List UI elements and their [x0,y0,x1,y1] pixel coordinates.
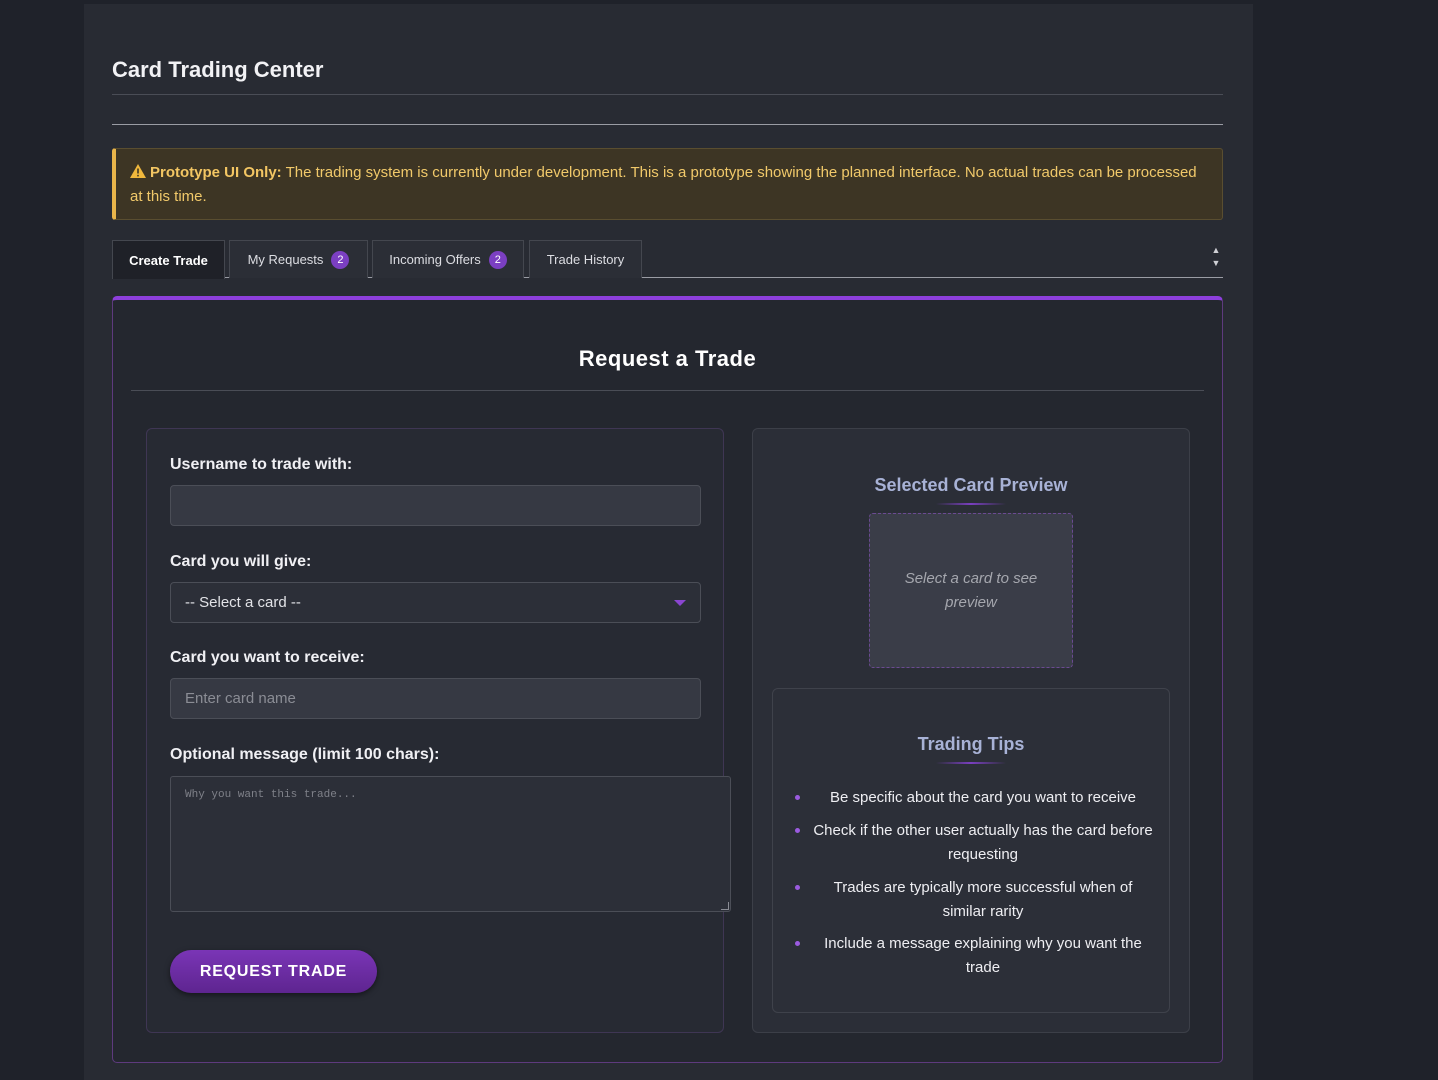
divider [112,94,1223,95]
tip-item: Include a message explaining why you wan… [773,932,1171,980]
tip-text: Check if the other user actually has the… [813,822,1153,863]
tips-heading: Trading Tips [917,734,1025,754]
tab-incoming-offers[interactable]: Incoming Offers 2 [372,240,524,278]
heading-underline [936,503,1006,505]
tab-label: Trade History [546,252,625,267]
bullet-icon [795,941,800,946]
input-placeholder: Enter card name [185,690,296,707]
bullet-icon [795,885,800,890]
request-trade-button[interactable]: REQUEST TRADE [170,950,377,993]
receive-card-label: Card you want to receive: [170,649,365,666]
chevron-down-icon [674,599,686,606]
preview-empty-text: Select a card to see preview [904,569,1038,611]
give-card-select[interactable]: -- Select a card -- [170,582,701,623]
trade-form: Username to trade with: Card you will gi… [146,428,731,1033]
arrow-up-icon[interactable]: ▲ [1209,244,1223,257]
tab-scroll-control[interactable]: ▲ ▼ [1209,244,1223,274]
select-value: -- Select a card -- [185,594,301,611]
prototype-alert: Prototype UI Only: The trading system is… [112,148,1223,220]
username-label: Username to trade with: [170,456,353,473]
preview-heading: Selected Card Preview [874,475,1068,495]
card-title: Request a Trade [578,346,757,371]
warning-icon [130,164,146,178]
bullet-icon [795,828,800,833]
page-title: Card Trading Center [112,57,324,82]
heading-underline [936,762,1006,764]
page-container: Card Trading Center Prototype UI Only: T… [84,4,1253,1080]
trading-tips: Trading Tips Be specific about the card … [772,688,1170,1013]
tip-text: Be specific about the card you want to r… [829,789,1136,806]
tab-label: My Requests [247,252,324,267]
card-preview-placeholder: Select a card to see preview [869,513,1073,668]
bullet-icon [795,795,800,800]
request-trade-card: Request a Trade Username to trade with: … [112,296,1223,1063]
count-badge: 2 [331,250,350,269]
tab-create-trade[interactable]: Create Trade [112,240,225,279]
textarea-placeholder: Why you want this trade... [185,789,357,801]
tip-text: Include a message explaining why you wan… [824,935,1142,976]
tip-item: Trades are typically more successful whe… [773,876,1171,924]
tip-text: Trades are typically more successful whe… [833,879,1133,920]
divider [112,124,1223,125]
message-label: Optional message (limit 100 chars): [170,746,440,763]
tab-bar: Create Trade My Requests 2 Incoming Offe… [112,240,1223,279]
divider [131,390,1204,391]
tip-item: Check if the other user actually has the… [773,819,1171,867]
message-textarea[interactable]: Why you want this trade... [170,776,731,912]
alert-label: Prototype UI Only: [150,164,282,181]
arrow-down-icon[interactable]: ▼ [1209,257,1223,270]
tab-trade-history[interactable]: Trade History [529,240,642,278]
give-card-label: Card you will give: [170,553,312,570]
tab-my-requests[interactable]: My Requests 2 [229,240,368,278]
receive-card-input[interactable]: Enter card name [170,678,701,719]
tip-item: Be specific about the card you want to r… [773,786,1171,810]
count-badge: 2 [488,250,507,269]
resize-handle-icon[interactable] [721,902,729,910]
tab-label: Create Trade [129,252,208,268]
preview-panel: Selected Card Preview Select a card to s… [752,428,1190,1033]
alert-text: The trading system is currently under de… [130,164,1197,205]
username-input[interactable] [170,485,701,526]
tab-label: Incoming Offers [389,252,481,267]
